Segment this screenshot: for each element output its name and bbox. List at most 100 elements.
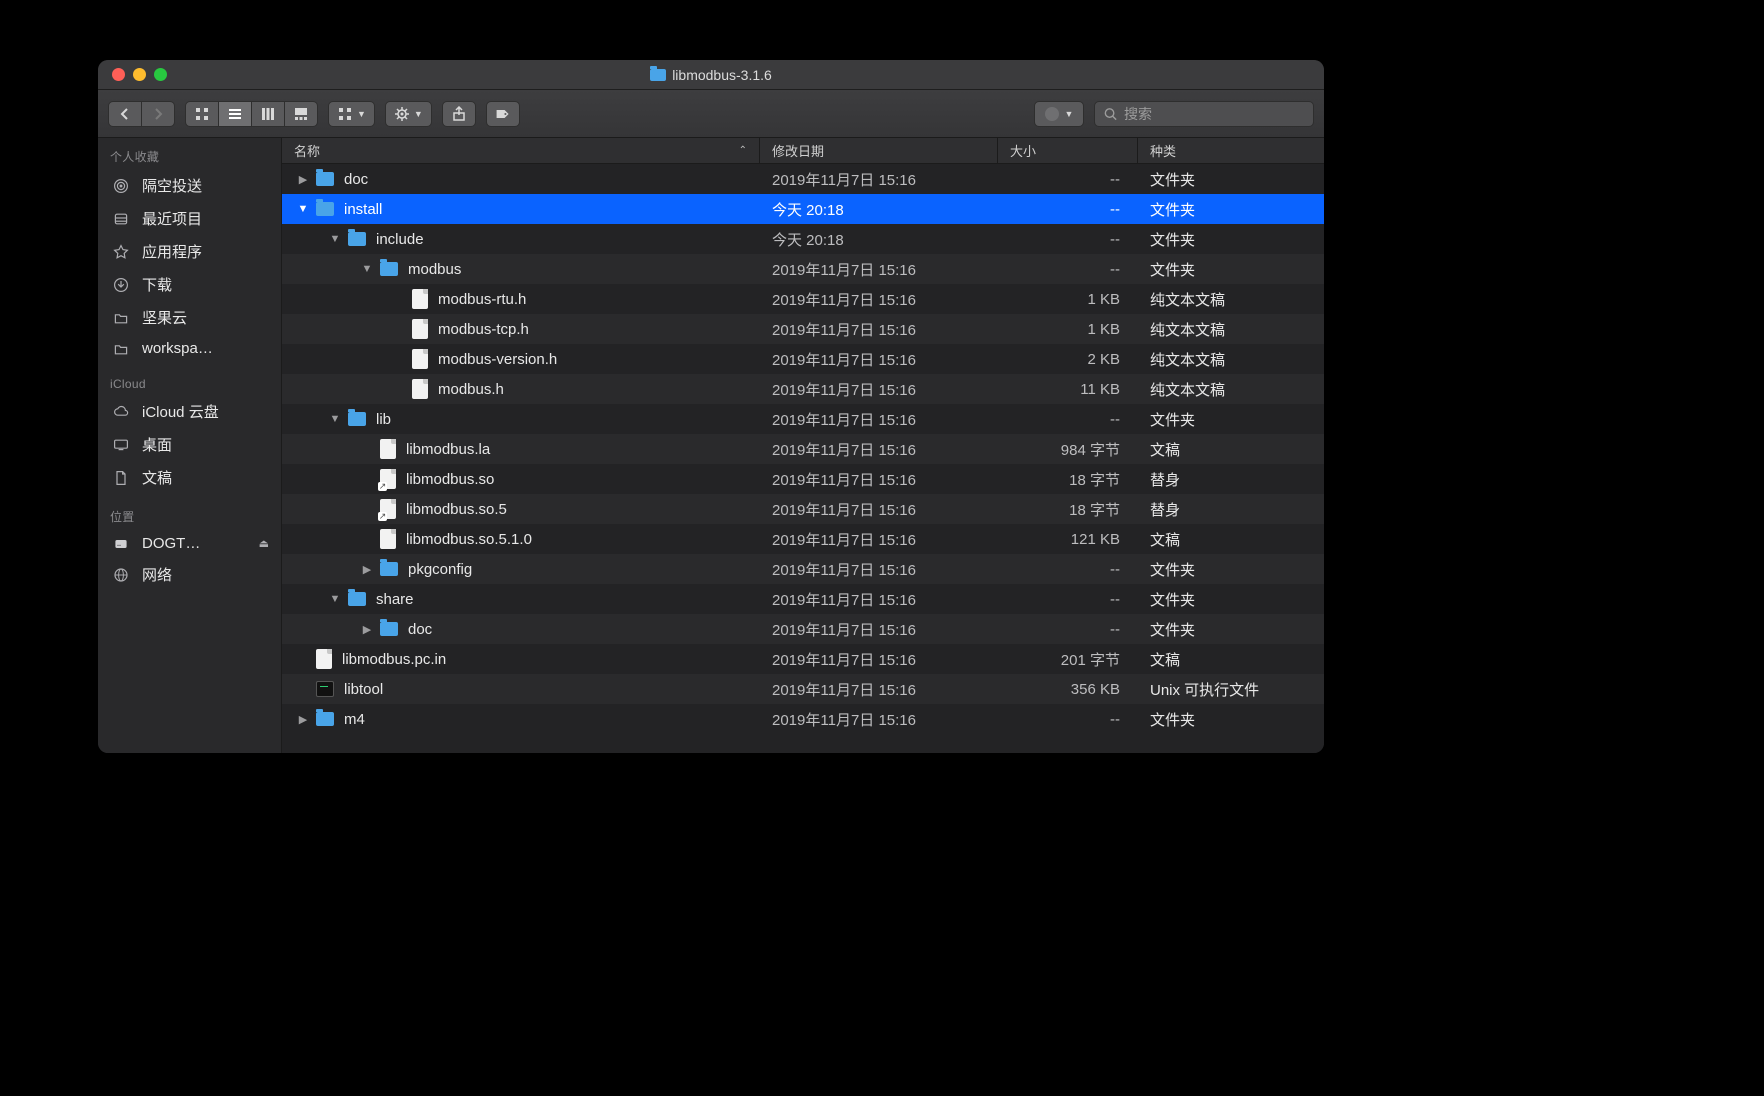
sidebar-item[interactable]: 坚果云	[98, 301, 281, 334]
grid-icon	[337, 106, 353, 122]
search-field[interactable]	[1094, 101, 1314, 127]
file-name: install	[344, 201, 382, 218]
icon-view-button[interactable]	[185, 101, 219, 127]
sidebar-item[interactable]: 桌面	[98, 428, 281, 461]
file-kind: 纯文本文稿	[1138, 349, 1324, 370]
sidebar-item[interactable]: 文稿	[98, 461, 281, 494]
sidebar-heading: 个人收藏	[98, 144, 281, 169]
sidebar-item[interactable]: workspa…	[98, 334, 281, 363]
file-row[interactable]: ▼share2019年11月7日 15:16--文件夹	[282, 584, 1324, 614]
file-icon	[380, 439, 396, 459]
sidebar-item[interactable]: 最近项目	[98, 202, 281, 235]
file-kind: 纯文本文稿	[1138, 379, 1324, 400]
file-kind: Unix 可执行文件	[1138, 679, 1324, 700]
alias-icon	[380, 469, 396, 489]
file-row[interactable]: modbus-rtu.h2019年11月7日 15:161 KB纯文本文稿	[282, 284, 1324, 314]
file-row[interactable]: ▼lib2019年11月7日 15:16--文件夹	[282, 404, 1324, 434]
file-size: 1 KB	[998, 321, 1138, 338]
file-row[interactable]: libmodbus.la2019年11月7日 15:16984 字节文稿	[282, 434, 1324, 464]
file-row[interactable]: ▶doc2019年11月7日 15:16--文件夹	[282, 164, 1324, 194]
tags-button[interactable]	[486, 101, 520, 127]
file-size: --	[998, 411, 1138, 428]
sidebar-item[interactable]: 隔空投送	[98, 169, 281, 202]
file-date: 2019年11月7日 15:16	[760, 259, 998, 280]
eject-icon[interactable]: ⏏	[259, 537, 269, 550]
file-date: 2019年11月7日 15:16	[760, 439, 998, 460]
file-kind: 文件夹	[1138, 169, 1324, 190]
executable-icon	[316, 681, 334, 697]
file-row[interactable]: ▶doc2019年11月7日 15:16--文件夹	[282, 614, 1324, 644]
file-name: include	[376, 231, 424, 248]
file-name: modbus-version.h	[438, 351, 557, 368]
action-menu[interactable]: ▼	[385, 101, 432, 127]
column-view-button[interactable]	[252, 101, 285, 127]
maximize-button[interactable]	[154, 68, 167, 81]
column-header-name[interactable]: 名称 ⌃	[282, 138, 760, 163]
sidebar-item[interactable]: 下载	[98, 268, 281, 301]
column-header-date[interactable]: 修改日期	[760, 138, 998, 163]
sidebar-item[interactable]: iCloud 云盘	[98, 395, 281, 428]
disclosure-triangle[interactable]: ▼	[328, 233, 342, 245]
gallery-view-button[interactable]	[285, 101, 318, 127]
file-row[interactable]: ▼include今天 20:18--文件夹	[282, 224, 1324, 254]
file-name: libmodbus.so	[406, 471, 494, 488]
disclosure-triangle[interactable]: ▼	[328, 593, 342, 605]
column-header-kind[interactable]: 种类	[1138, 138, 1324, 163]
arrange-menu[interactable]: ▼	[328, 101, 375, 127]
file-date: 2019年11月7日 15:16	[760, 649, 998, 670]
disclosure-triangle[interactable]: ▶	[296, 713, 310, 726]
file-row[interactable]: libmodbus.so.52019年11月7日 15:1618 字节替身	[282, 494, 1324, 524]
folder-icon	[110, 341, 132, 357]
file-name: libtool	[344, 681, 383, 698]
folder-icon	[316, 172, 334, 186]
close-button[interactable]	[112, 68, 125, 81]
file-name: m4	[344, 711, 365, 728]
sidebar-item[interactable]: 应用程序	[98, 235, 281, 268]
sidebar-item-label: DOGT…	[142, 535, 200, 552]
file-row[interactable]: ▼modbus2019年11月7日 15:16--文件夹	[282, 254, 1324, 284]
minimize-button[interactable]	[133, 68, 146, 81]
sidebar-item[interactable]: DOGT… ⏏	[98, 529, 281, 558]
file-row[interactable]: ▼install今天 20:18--文件夹	[282, 194, 1324, 224]
file-name: doc	[344, 171, 368, 188]
file-row[interactable]: ▶m42019年11月7日 15:16--文件夹	[282, 704, 1324, 734]
file-row[interactable]: ▶pkgconfig2019年11月7日 15:16--文件夹	[282, 554, 1324, 584]
file-date: 2019年11月7日 15:16	[760, 169, 998, 190]
sidebar-item[interactable]: 网络	[98, 558, 281, 591]
file-row[interactable]: modbus.h2019年11月7日 15:1611 KB纯文本文稿	[282, 374, 1324, 404]
list-view-button[interactable]	[219, 101, 252, 127]
disclosure-triangle[interactable]: ▶	[296, 173, 310, 186]
back-button[interactable]	[108, 101, 142, 127]
search-input[interactable]	[1124, 106, 1305, 122]
file-name: libmodbus.so.5.1.0	[406, 531, 532, 548]
file-size: 18 字节	[998, 499, 1138, 520]
disclosure-triangle[interactable]: ▼	[296, 203, 310, 215]
file-size: 201 字节	[998, 649, 1138, 670]
file-row[interactable]: modbus-version.h2019年11月7日 15:162 KB纯文本文…	[282, 344, 1324, 374]
file-row[interactable]: libmodbus.so.5.1.02019年11月7日 15:16121 KB…	[282, 524, 1324, 554]
forward-button[interactable]	[142, 101, 175, 127]
file-size: --	[998, 561, 1138, 578]
share-button[interactable]	[442, 101, 476, 127]
file-row[interactable]: libtool2019年11月7日 15:16356 KBUnix 可执行文件	[282, 674, 1324, 704]
disclosure-triangle[interactable]: ▼	[360, 263, 374, 275]
file-date: 2019年11月7日 15:16	[760, 529, 998, 550]
sidebar-item-label: 最近项目	[142, 208, 202, 229]
disclosure-triangle[interactable]: ▼	[328, 413, 342, 425]
file-row[interactable]: libmodbus.pc.in2019年11月7日 15:16201 字节文稿	[282, 644, 1324, 674]
file-size: --	[998, 711, 1138, 728]
folder-icon	[380, 262, 398, 276]
file-list[interactable]: ▶doc2019年11月7日 15:16--文件夹▼install今天 20:1…	[282, 164, 1324, 753]
file-row[interactable]: modbus-tcp.h2019年11月7日 15:161 KB纯文本文稿	[282, 314, 1324, 344]
file-kind: 文件夹	[1138, 229, 1324, 250]
column-header-size[interactable]: 大小	[998, 138, 1138, 163]
file-date: 今天 20:18	[760, 229, 998, 250]
path-menu[interactable]: ▼	[1034, 101, 1084, 127]
sort-caret-icon: ⌃	[739, 145, 747, 156]
share-icon	[451, 106, 467, 122]
disclosure-triangle[interactable]: ▶	[360, 563, 374, 576]
disclosure-triangle[interactable]: ▶	[360, 623, 374, 636]
file-kind: 文件夹	[1138, 199, 1324, 220]
file-row[interactable]: libmodbus.so2019年11月7日 15:1618 字节替身	[282, 464, 1324, 494]
sidebar: 个人收藏隔空投送最近项目应用程序下载坚果云workspa…iCloudiClou…	[98, 138, 282, 753]
